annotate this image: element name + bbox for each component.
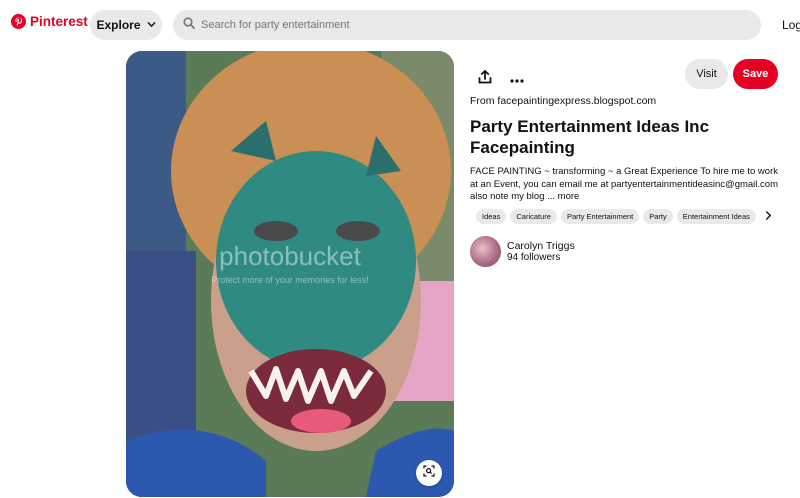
search-icon [183,16,195,34]
tag-chip[interactable]: Caricature [510,209,557,224]
share-button[interactable] [470,64,500,94]
from-prefix: From [470,95,495,107]
source-link[interactable]: From facepaintingexpress.blogspot.com [470,95,656,107]
tag-chip[interactable]: Ideas [476,209,507,224]
chevron-down-icon [147,18,156,32]
watermark-bottom: Protect more of your memories for less! [211,275,369,285]
visual-search-button[interactable] [416,460,442,486]
top-bar: Pinterest Explore Log [0,0,800,50]
follower-count: 94 followers [507,252,561,263]
more-options-button[interactable] [502,64,532,94]
tag-list: Ideas Caricature Party Entertainment Par… [476,209,776,225]
tags-next-button[interactable] [765,211,772,223]
search-input[interactable] [201,19,741,31]
creator-info[interactable]: Carolyn Triggs 94 followers [470,236,575,267]
source-domain[interactable]: facepaintingexpress.blogspot.com [497,95,656,107]
tag-chip[interactable]: Party [643,209,673,224]
more-link[interactable]: ... more [547,191,579,202]
visit-button[interactable]: Visit [685,59,728,89]
pinterest-logo-icon [11,14,26,29]
chevron-right-icon [765,211,772,223]
avatar[interactable] [470,236,501,267]
pin-title: Party Entertainment Ideas Inc Facepainti… [470,117,710,157]
search-bar[interactable] [173,10,761,40]
tag-chip[interactable]: Entertainment Ideas [676,209,756,224]
tag-chip[interactable]: Party Entertainment [560,209,640,224]
share-icon [478,69,492,89]
creator-text: Carolyn Triggs 94 followers [507,240,575,263]
save-button[interactable]: Save [733,59,778,89]
explore-label: Explore [96,18,141,32]
pin-image[interactable]: photobucket Protect more of your memorie… [126,51,454,497]
more-icon [510,70,524,88]
pinterest-logo[interactable]: Pinterest [11,14,88,29]
logo-text: Pinterest [30,14,88,29]
watermark-top: photobucket [219,241,361,271]
explore-button[interactable]: Explore [90,10,162,40]
visual-search-icon [423,464,435,482]
login-button[interactable]: Log [782,18,800,32]
description-text: FACE PAINTING ~ transforming ~ a Great E… [470,166,778,202]
creator-name[interactable]: Carolyn Triggs [507,240,575,252]
pin-description: FACE PAINTING ~ transforming ~ a Great E… [470,166,782,204]
